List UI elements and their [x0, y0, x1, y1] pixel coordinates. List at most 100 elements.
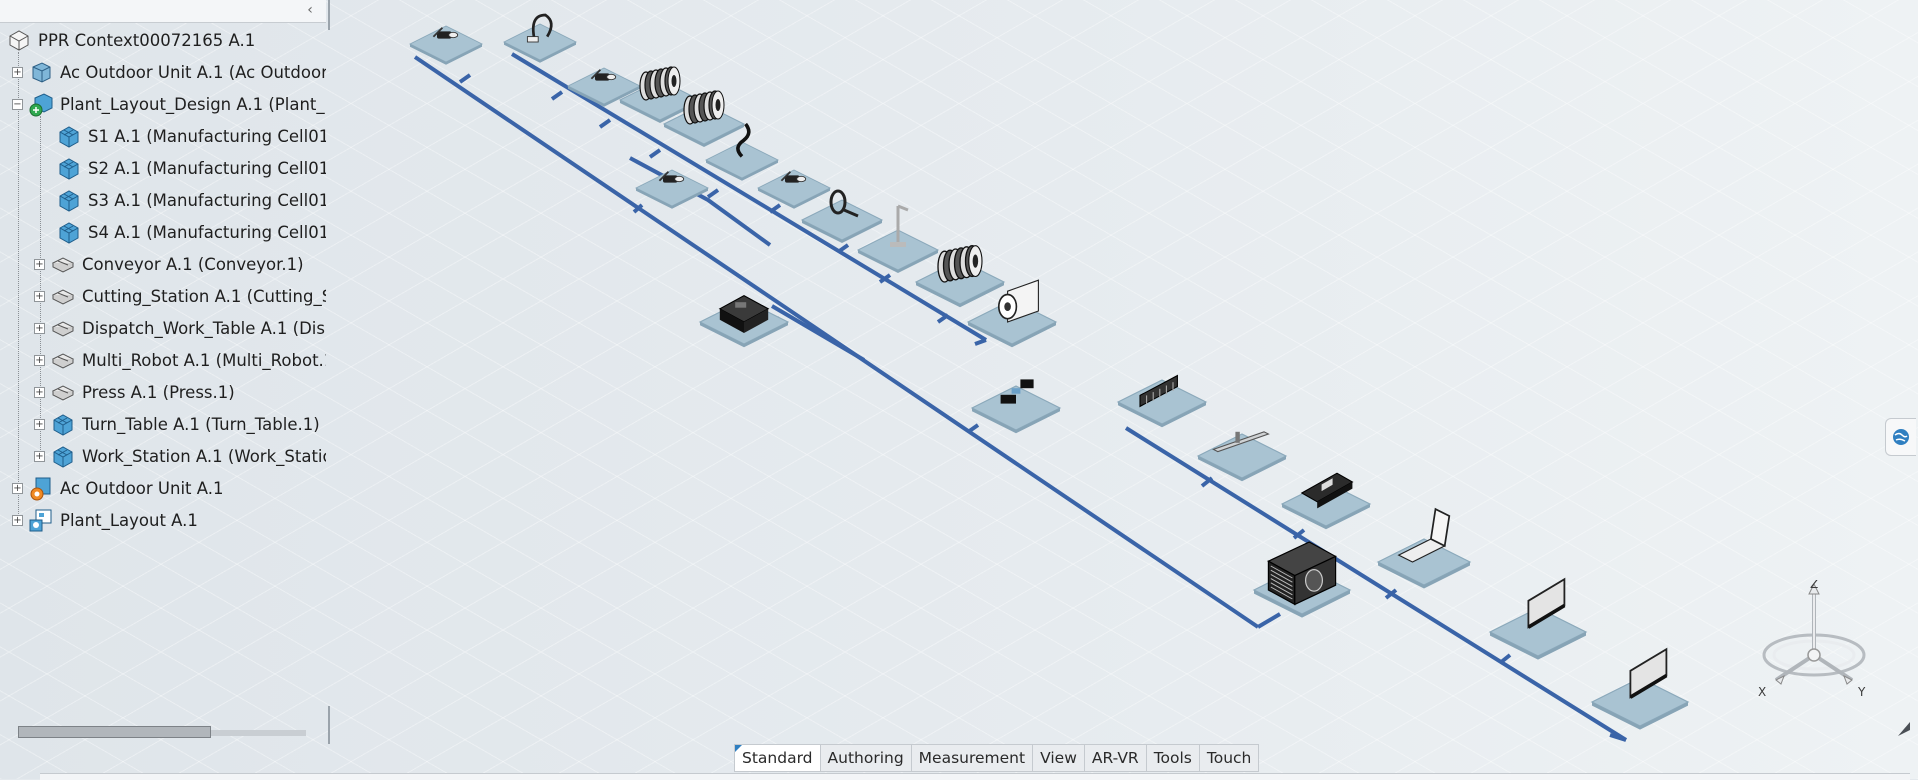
tree-panel-header: ‹: [0, 0, 326, 23]
plant-layout-icon: [29, 509, 52, 532]
panel-splitter-bottom[interactable]: [328, 706, 330, 744]
resource-icon: [51, 353, 75, 369]
expand-node-button[interactable]: +: [12, 482, 23, 494]
conveyor-branch: [706, 188, 720, 199]
manufacturing-cell-icon: [59, 190, 79, 212]
tab-touch[interactable]: Touch: [1199, 744, 1260, 772]
black-machine-box[interactable]: [698, 294, 790, 348]
resize-corner-icon[interactable]: [1896, 718, 1912, 738]
tree-node[interactable]: + Plant_Layout A.1: [12, 507, 326, 533]
tree-node[interactable]: − Plant_Layout_Design A.1 (Plant_Lay: [12, 91, 326, 117]
tree-node-label: Work_Station A.1 (Work_Station: [82, 446, 326, 466]
product-icon: [32, 62, 51, 83]
tree-node[interactable]: S2 A.1 (Manufacturing Cell0153: [40, 155, 326, 181]
display-unit[interactable]: [1280, 472, 1372, 530]
ppr-context-icon: [9, 30, 29, 51]
tree-node[interactable]: + Press A.1 (Press.1): [34, 379, 326, 405]
tree-node-label: Dispatch_Work_Table A.1 (Dispa: [82, 318, 326, 338]
conveyor-branch: [598, 118, 612, 129]
globe-icon-graphic: [1893, 429, 1909, 445]
resource-icon: [51, 257, 75, 273]
conveyor-branch: [458, 73, 472, 84]
flat-plate[interactable]: [1488, 577, 1588, 660]
specification-tree-panel: ‹ PPR Context00072165 A.1 + Ac Outdoor Uni…: [0, 0, 330, 760]
dispatch-table-tools[interactable]: [970, 379, 1062, 434]
expand-node-button[interactable]: +: [34, 418, 45, 430]
tree-node-label: Plant_Layout_Design A.1 (Plant_Lay: [60, 94, 326, 114]
manufacturing-cell-icon: [59, 158, 79, 180]
compass-icon[interactable]: Z X Y: [1754, 580, 1874, 700]
tree-node[interactable]: PPR Context00072165 A.1: [6, 27, 326, 53]
expand-node-button[interactable]: +: [34, 354, 45, 366]
tree-node[interactable]: + Cutting_Station A.1 (Cutting_St: [34, 283, 326, 309]
ac-outdoor-process-icon: [30, 477, 51, 501]
conveyor-line: [1124, 426, 1628, 742]
resource-icon: [51, 321, 75, 337]
tree-horizontal-scrollbar[interactable]: [18, 726, 308, 738]
tree-node[interactable]: + Conveyor A.1 (Conveyor.1): [34, 251, 326, 277]
compass-z-label: Z: [1810, 580, 1818, 591]
tab-measurement[interactable]: Measurement: [911, 744, 1034, 772]
conveyor-branch: [648, 148, 662, 159]
tab-standard[interactable]: Standard: [734, 744, 821, 772]
expand-node-button[interactable]: +: [34, 290, 45, 302]
resource-icon: [51, 385, 75, 401]
tree-node[interactable]: + Dispatch_Work_Table A.1 (Dispa: [34, 315, 326, 341]
conveyor-branch: [836, 243, 850, 254]
compass-x-label: X: [1758, 685, 1766, 699]
expand-node-button[interactable]: +: [12, 66, 23, 78]
tree-node-label: Conveyor A.1 (Conveyor.1): [82, 254, 304, 274]
tree-node-label: Plant_Layout A.1: [60, 510, 198, 530]
tree-node-label: Multi_Robot A.1 (Multi_Robot.1: [82, 350, 326, 370]
globe-icon[interactable]: [1885, 418, 1916, 456]
collapse-panel-button[interactable]: ‹: [302, 2, 318, 18]
expand-node-button[interactable]: +: [34, 258, 45, 270]
tab-tools[interactable]: Tools: [1146, 744, 1200, 772]
collapse-node-button[interactable]: −: [12, 98, 23, 110]
clamp-fixture[interactable]: [634, 169, 710, 209]
manufacturing-cell-icon: [59, 126, 79, 148]
tab-view[interactable]: View: [1033, 744, 1085, 772]
tab-ar-vr[interactable]: AR-VR: [1084, 744, 1147, 772]
tree-node[interactable]: + Multi_Robot A.1 (Multi_Robot.1: [34, 347, 326, 373]
expand-node-button[interactable]: +: [34, 322, 45, 334]
scrollbar-thumb[interactable]: [18, 726, 211, 738]
tree-node-label: S4 A.1 (Manufacturing Cell0153: [88, 222, 326, 242]
expand-node-button[interactable]: +: [34, 386, 45, 398]
tree-connector-line: [18, 52, 19, 524]
tree-node[interactable]: + Work_Station A.1 (Work_Station: [34, 443, 326, 469]
conveyor-line: [510, 52, 988, 342]
rail-bar[interactable]: [1196, 431, 1288, 482]
tree-node[interactable]: S3 A.1 (Manufacturing Cell0153: [40, 187, 326, 213]
resource-icon: [51, 289, 75, 305]
ac-outdoor-unit[interactable]: [1252, 541, 1352, 618]
tree-node-label: Cutting_Station A.1 (Cutting_St: [82, 286, 326, 306]
manufacturing-cell-icon: [59, 222, 79, 244]
tree-node[interactable]: + Ac Outdoor Unit A.1 (Ac Outdoor: [12, 59, 326, 85]
expand-node-button[interactable]: +: [34, 450, 45, 462]
expand-node-button[interactable]: +: [12, 514, 23, 526]
conveyor-line: [1256, 612, 1282, 629]
manufacturing-cell-icon: [53, 446, 73, 468]
tree-node[interactable]: + Ac Outdoor Unit A.1: [12, 475, 326, 501]
control-panel[interactable]: [1116, 374, 1208, 428]
tree-node[interactable]: + Turn_Table A.1 (Turn_Table.1): [34, 411, 326, 437]
tree-node-label: Turn_Table A.1 (Turn_Table.1): [82, 414, 320, 434]
tree-node[interactable]: S1 A.1 (Manufacturing Cell0153: [40, 123, 326, 149]
conveyor-line: [1609, 733, 1627, 742]
tree-node-label: Ac Outdoor Unit A.1 (Ac Outdoor: [60, 62, 326, 82]
panel-splitter[interactable]: [328, 0, 330, 30]
tree-node-label: Ac Outdoor Unit A.1: [60, 478, 224, 498]
cylinder-fixture[interactable]: [756, 169, 832, 209]
tree-node-label: PPR Context00072165 A.1: [38, 30, 256, 50]
laptop-station[interactable]: [1376, 507, 1472, 589]
tab-authoring[interactable]: Authoring: [820, 744, 912, 772]
end-panel[interactable]: [1590, 647, 1690, 730]
conveyor-branch: [1498, 653, 1512, 665]
tree-node-label: S3 A.1 (Manufacturing Cell0153: [88, 190, 326, 210]
tree-node-label: S1 A.1 (Manufacturing Cell0153: [88, 126, 326, 146]
compass-y-label: Y: [1857, 685, 1866, 699]
conveyor-branch: [966, 423, 980, 434]
conveyor-branch: [550, 90, 564, 101]
tree-node[interactable]: S4 A.1 (Manufacturing Cell0153: [40, 219, 326, 245]
